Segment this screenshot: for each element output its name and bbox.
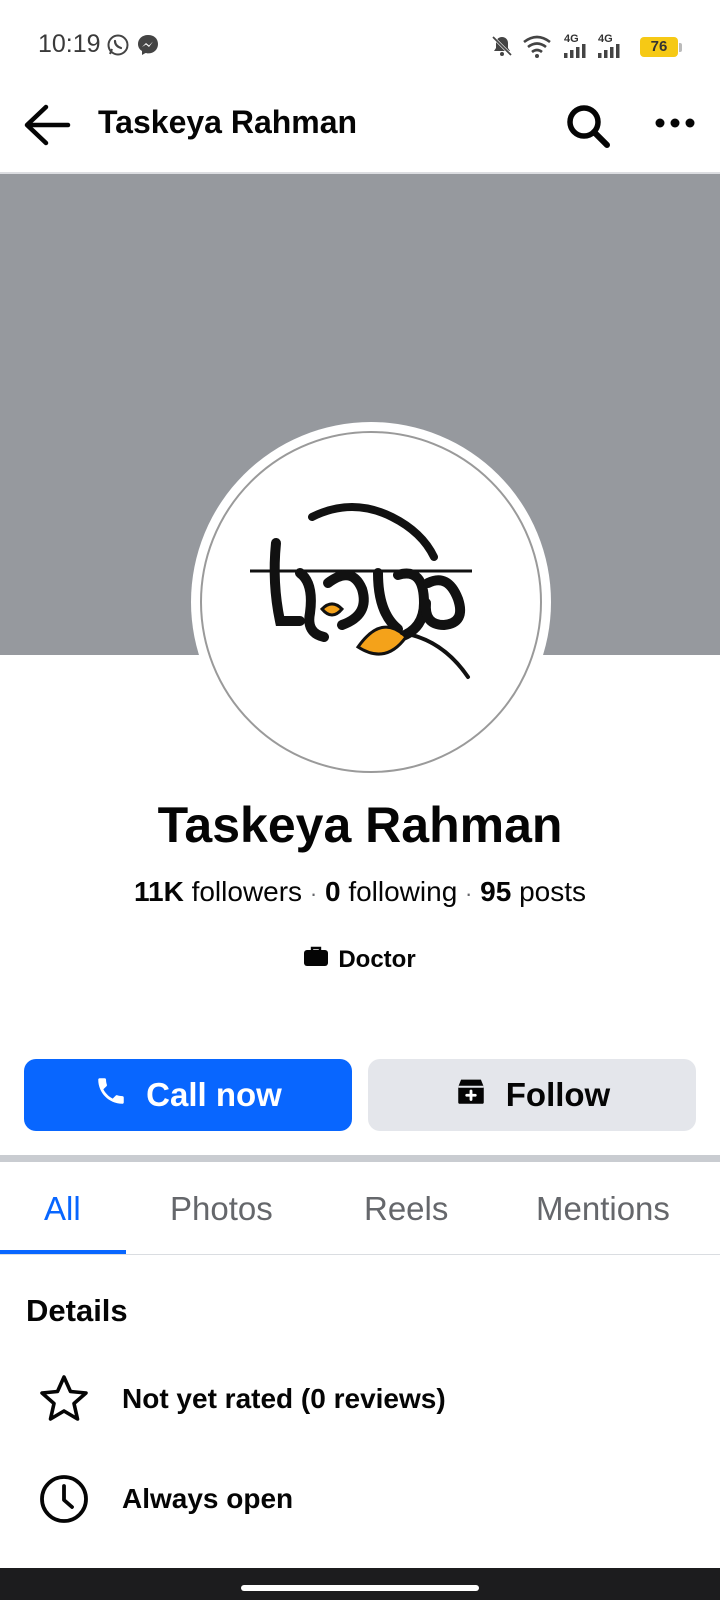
phone-icon	[94, 1074, 146, 1116]
back-arrow-icon[interactable]	[22, 102, 72, 153]
tab-mentions[interactable]: Mentions	[536, 1190, 670, 1228]
status-time: 10:19	[38, 30, 101, 58]
home-gesture-bar[interactable]	[241, 1585, 479, 1591]
tab-photos[interactable]: Photos	[170, 1190, 273, 1228]
follow-label: Follow	[505, 1076, 611, 1113]
follow-button[interactable]: Follow	[368, 1059, 696, 1131]
briefcase-icon	[304, 945, 329, 973]
stats-separator-2: ·	[465, 881, 473, 906]
category-row: Doctor	[0, 946, 720, 975]
signal-icon-2	[598, 44, 622, 63]
profile-stats: 11K followers · 0 following · 95 posts	[0, 876, 720, 908]
call-now-label: Call now	[146, 1076, 282, 1113]
category-label: Doctor	[338, 946, 416, 973]
stats-separator: ·	[309, 881, 318, 906]
call-now-button[interactable]: Call now	[24, 1059, 352, 1131]
profile-name: Taskeya Rahman	[157, 797, 563, 853]
posts-label: posts	[519, 876, 587, 907]
messenger-icon	[136, 33, 160, 62]
more-icon[interactable]	[654, 116, 696, 135]
signal-icon	[564, 44, 588, 63]
followers-label[interactable]: followers	[192, 876, 302, 907]
tab-all[interactable]: All	[44, 1190, 81, 1228]
mute-icon	[490, 34, 514, 63]
battery-icon: 76	[640, 37, 678, 57]
posts-count: 95	[480, 876, 512, 907]
status-bar: 10:19 4G 4G 76	[0, 0, 720, 90]
followers-count[interactable]: 11K	[134, 876, 184, 907]
following-count[interactable]: 0	[325, 876, 341, 907]
search-icon[interactable]	[564, 102, 612, 155]
battery-tip	[679, 43, 682, 52]
header-title: Taskeya Rahman	[98, 104, 358, 140]
avatar[interactable]	[200, 431, 542, 773]
wifi-icon	[522, 34, 552, 63]
chirkut-logo	[250, 503, 472, 679]
whatsapp-icon	[106, 33, 130, 62]
section-divider	[0, 1155, 720, 1162]
clock-icon	[38, 1473, 90, 1530]
rating-text[interactable]: Not yet rated (0 reviews)	[122, 1383, 446, 1415]
hours-text[interactable]: Always open	[122, 1483, 293, 1515]
details-title: Details	[26, 1293, 128, 1328]
star-icon	[38, 1373, 90, 1430]
tab-reels[interactable]: Reels	[364, 1190, 448, 1228]
tabs-divider	[0, 1254, 720, 1255]
following-label[interactable]: following	[348, 876, 457, 907]
follow-page-icon	[454, 1074, 506, 1116]
system-nav-bar	[0, 1568, 720, 1600]
